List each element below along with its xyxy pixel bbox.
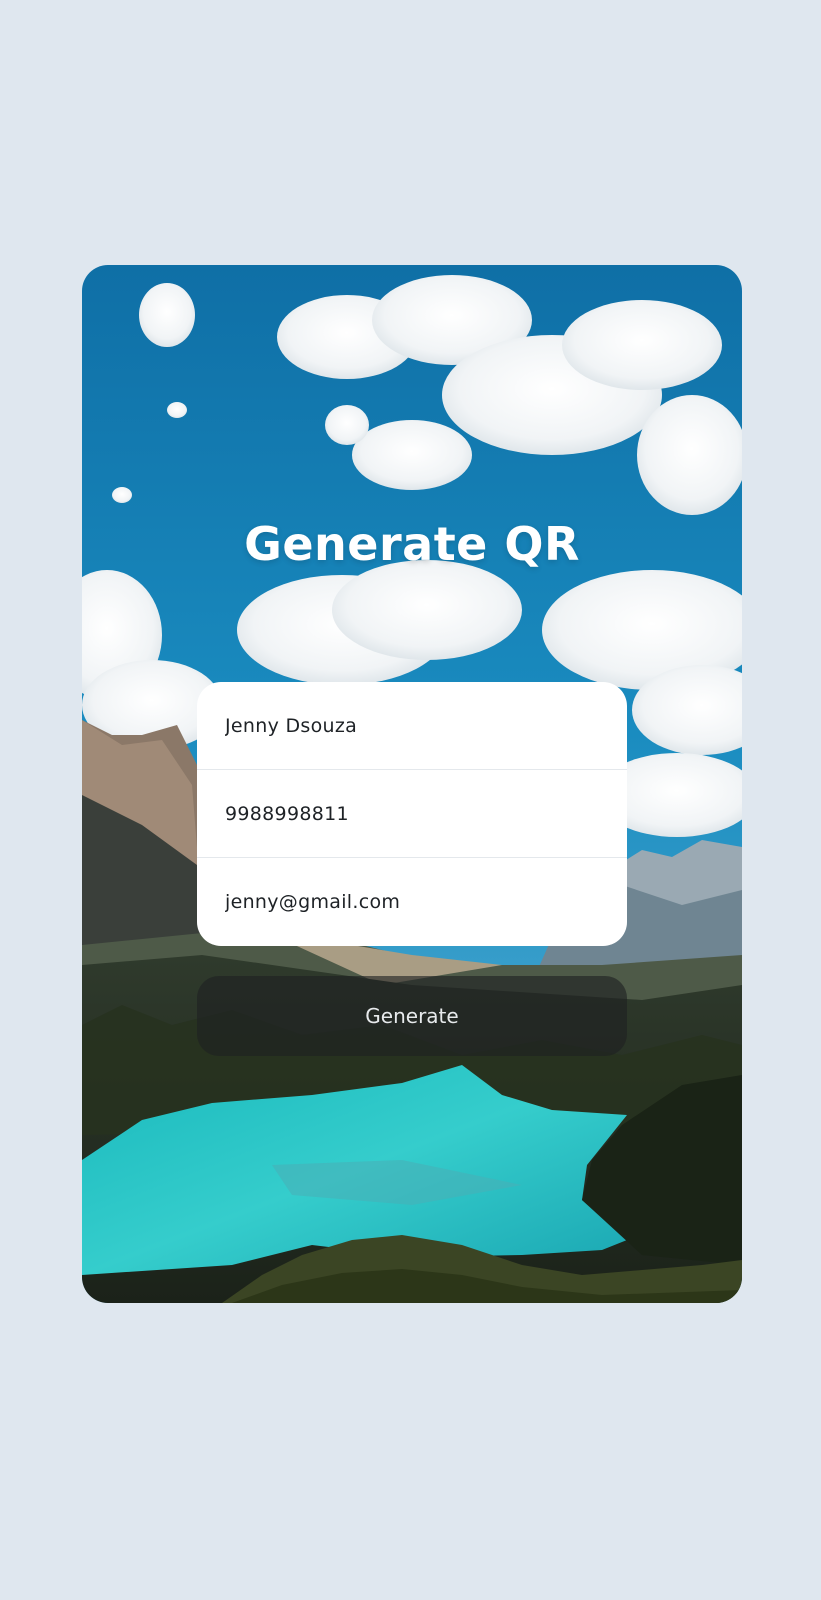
email-field-row	[197, 858, 627, 946]
generate-button[interactable]: Generate	[197, 976, 627, 1056]
phone-input[interactable]	[225, 802, 627, 825]
qr-card: Generate QR Generate	[82, 265, 742, 1303]
form-panel	[197, 682, 627, 946]
phone-field-row	[197, 770, 627, 858]
email-input[interactable]	[225, 891, 627, 913]
page-title: Generate QR	[244, 517, 580, 571]
name-field-row	[197, 682, 627, 770]
name-input[interactable]	[225, 714, 627, 737]
